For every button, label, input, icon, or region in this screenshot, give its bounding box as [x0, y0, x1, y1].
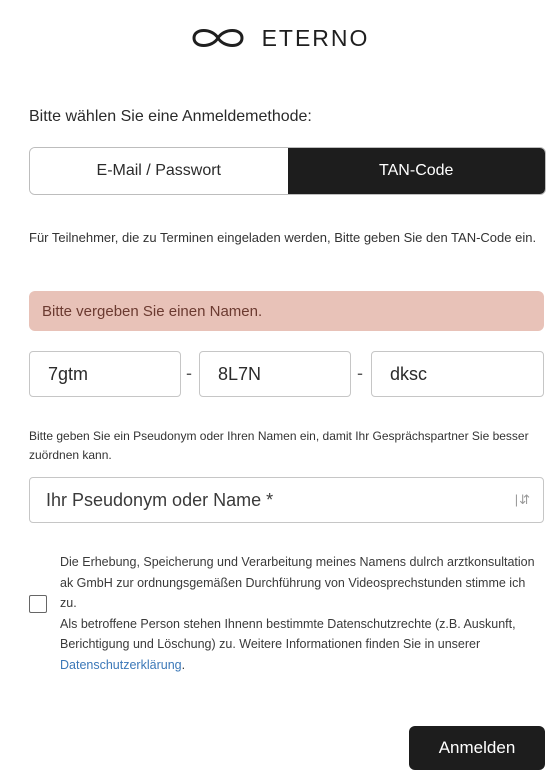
login-button[interactable]: Anmelden — [409, 726, 545, 770]
brand-logo: ETERNO — [0, 24, 555, 52]
consent-text: Die Erhebung, Speicherung und Verarbeitu… — [60, 552, 545, 675]
consent-paragraph-2: Als betroffene Person stehen Ihnenn best… — [60, 614, 545, 676]
privacy-policy-link[interactable]: Datenschutzerklärung — [60, 658, 182, 672]
tab-tan-code[interactable]: TAN-Code — [287, 148, 545, 194]
login-method-tabs: E-Mail / Passwort TAN-Code — [29, 147, 546, 195]
login-method-prompt: Bitte wählen Sie eine Anmeldemethode: — [29, 108, 312, 125]
consent-checkbox[interactable] — [29, 595, 47, 613]
brand-name: ETERNO — [261, 24, 370, 51]
tan-separator: - — [186, 363, 192, 383]
infinity-icon — [192, 29, 244, 47]
tan-input-3[interactable]: dksc — [371, 351, 544, 397]
consent-rights-text: Als betroffene Person stehen Ihnenn best… — [60, 616, 516, 652]
consent-paragraph-1: Die Erhebung, Speicherung und Verarbeitu… — [60, 555, 535, 610]
pseudonym-input[interactable]: Ihr Pseudonym oder Name * |⇵ — [29, 477, 544, 523]
pseudonym-info-text: Bitte geben Sie ein Pseudonym oder Ihren… — [29, 429, 529, 462]
tan-input-2[interactable]: 8L7N — [199, 351, 351, 397]
tan-input-1[interactable]: 7gtm — [29, 351, 181, 397]
pseudonym-placeholder: Ihr Pseudonym oder Name * — [46, 489, 274, 510]
tan-code-inputs: 7gtm - 8L7N - dksc — [29, 351, 544, 397]
tab-email-password[interactable]: E-Mail / Passwort — [30, 148, 288, 194]
consent-period: . — [181, 657, 186, 672]
tan-separator: - — [357, 363, 363, 383]
tan-info-text: Für Teilnehmer, die zu Terminen eingelad… — [29, 230, 537, 245]
autofill-icon[interactable]: |⇵ — [515, 492, 531, 508]
error-message: Bitte vergeben Sie einen Namen. — [29, 291, 544, 331]
